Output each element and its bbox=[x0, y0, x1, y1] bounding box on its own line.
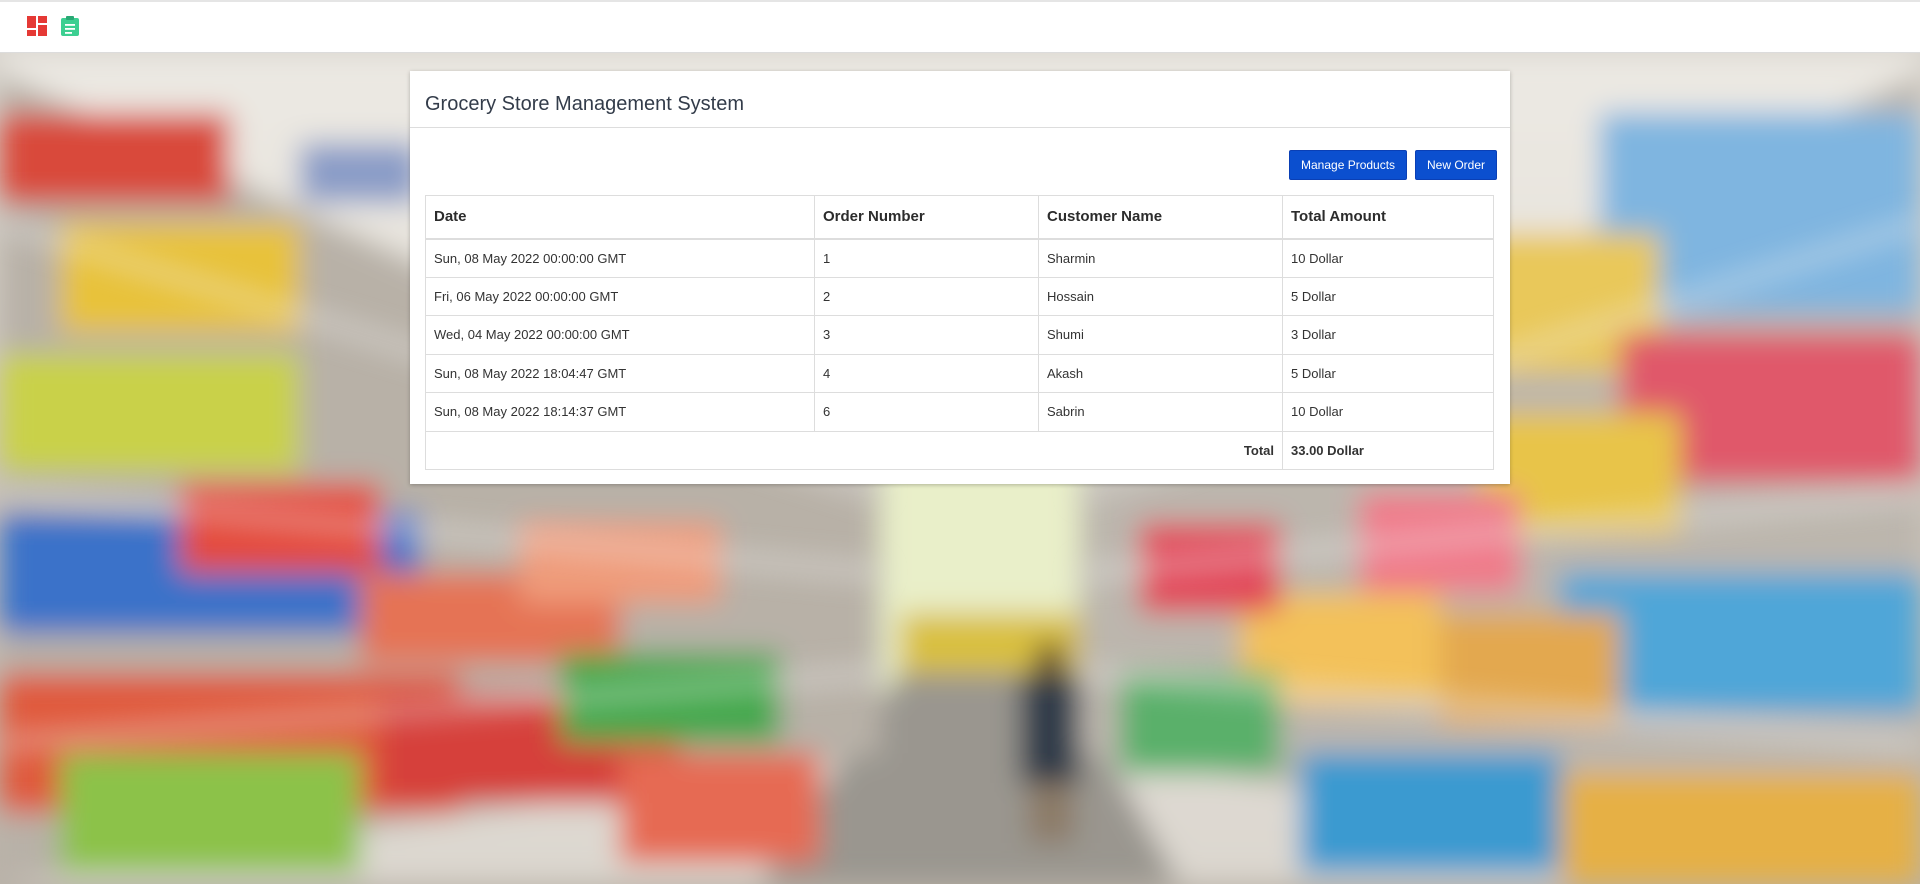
column-header-total-amount: Total Amount bbox=[1282, 195, 1494, 240]
cell-customer-name: Sharmin bbox=[1038, 238, 1283, 278]
cell-date: Fri, 06 May 2022 00:00:00 GMT bbox=[425, 276, 815, 316]
cell-customer-name: Sabrin bbox=[1038, 392, 1283, 432]
table-row: Sun, 08 May 2022 18:04:47 GMT 4 Akash 5 … bbox=[425, 353, 1494, 393]
column-header-date: Date bbox=[425, 195, 815, 240]
table-row: Sun, 08 May 2022 00:00:00 GMT 1 Sharmin … bbox=[425, 238, 1494, 278]
cell-customer-name: Shumi bbox=[1038, 315, 1283, 355]
cell-order-number: 1 bbox=[814, 238, 1039, 278]
table-row: Wed, 04 May 2022 00:00:00 GMT 3 Shumi 3 … bbox=[425, 315, 1494, 355]
cell-order-number: 6 bbox=[814, 392, 1039, 432]
total-label: Total bbox=[425, 430, 1283, 470]
cell-order-number: 3 bbox=[814, 315, 1039, 355]
cell-order-number: 4 bbox=[814, 353, 1039, 393]
orders-panel: Grocery Store Management System Manage P… bbox=[410, 71, 1510, 484]
cell-customer-name: Akash bbox=[1038, 353, 1283, 393]
cell-date: Sun, 08 May 2022 00:00:00 GMT bbox=[425, 238, 815, 278]
cell-total-amount: 5 Dollar bbox=[1282, 353, 1494, 393]
manage-products-button[interactable]: Manage Products bbox=[1289, 150, 1408, 180]
cell-date: Sun, 08 May 2022 18:14:37 GMT bbox=[425, 392, 815, 432]
total-value: 33.00 Dollar bbox=[1282, 430, 1494, 470]
page-title: Grocery Store Management System bbox=[410, 71, 1510, 128]
cell-date: Sun, 08 May 2022 18:04:47 GMT bbox=[425, 353, 815, 393]
orders-table: Date Order Number Customer Name Total Am… bbox=[425, 195, 1494, 470]
cell-customer-name: Hossain bbox=[1038, 276, 1283, 316]
cell-total-amount: 5 Dollar bbox=[1282, 276, 1494, 316]
new-order-button[interactable]: New Order bbox=[1415, 150, 1498, 180]
cell-total-amount: 3 Dollar bbox=[1282, 315, 1494, 355]
table-header-row: Date Order Number Customer Name Total Am… bbox=[425, 195, 1494, 240]
column-header-customer-name: Customer Name bbox=[1038, 195, 1283, 240]
table-row: Fri, 06 May 2022 00:00:00 GMT 2 Hossain … bbox=[425, 276, 1494, 316]
cell-total-amount: 10 Dollar bbox=[1282, 238, 1494, 278]
table-total-row: Total 33.00 Dollar bbox=[425, 430, 1494, 470]
column-header-order-number: Order Number bbox=[814, 195, 1039, 240]
dashboard-icon[interactable] bbox=[26, 15, 48, 37]
cell-total-amount: 10 Dollar bbox=[1282, 392, 1494, 432]
top-navbar bbox=[0, 0, 1920, 53]
table-row: Sun, 08 May 2022 18:14:37 GMT 6 Sabrin 1… bbox=[425, 392, 1494, 432]
cell-date: Wed, 04 May 2022 00:00:00 GMT bbox=[425, 315, 815, 355]
cell-order-number: 2 bbox=[814, 276, 1039, 316]
clipboard-icon[interactable] bbox=[59, 15, 81, 37]
